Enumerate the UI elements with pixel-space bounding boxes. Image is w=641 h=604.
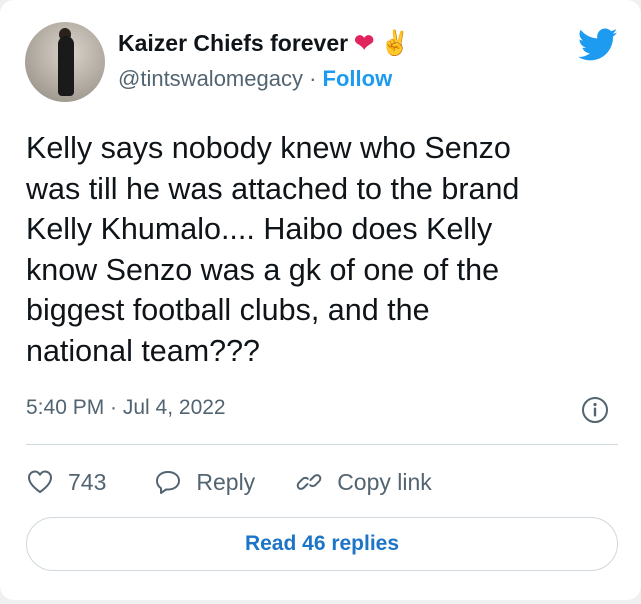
copy-link-button[interactable]: Copy link bbox=[295, 468, 432, 496]
speech-bubble-icon bbox=[156, 471, 181, 494]
twitter-bird-icon[interactable] bbox=[578, 28, 618, 62]
author-name-row[interactable]: Kaizer Chiefs forever ❤ ✌ bbox=[118, 30, 410, 57]
reply-label: Reply bbox=[196, 468, 256, 495]
handle-row: @tintswalomegacy · Follow bbox=[118, 66, 392, 92]
victory-hand-emoji: ✌ bbox=[380, 29, 411, 57]
heart-icon bbox=[28, 470, 52, 493]
copy-link-label: Copy link bbox=[337, 468, 432, 495]
reply-button[interactable]: Reply bbox=[154, 468, 255, 496]
heart-emoji: ❤ bbox=[354, 29, 375, 57]
avatar-figure bbox=[58, 36, 74, 96]
tweet-card: Kaizer Chiefs forever ❤ ✌ @tintswalomega… bbox=[0, 0, 641, 600]
divider bbox=[26, 444, 618, 445]
link-icon bbox=[296, 474, 322, 490]
like-count: 743 bbox=[68, 468, 107, 495]
handle-separator: · bbox=[309, 66, 317, 91]
tweet-text: Kelly says nobody knew who Senzo was til… bbox=[26, 131, 520, 368]
tweet-timestamp[interactable]: 5:40 PM · Jul 4, 2022 bbox=[26, 396, 226, 420]
action-bar: 743 Reply Copy link bbox=[26, 466, 432, 498]
author-name[interactable]: Kaizer Chiefs forever bbox=[118, 30, 348, 57]
info-icon[interactable] bbox=[581, 396, 609, 424]
avatar[interactable] bbox=[25, 22, 105, 102]
like-button[interactable]: 743 bbox=[26, 468, 106, 496]
read-replies-button[interactable]: Read 46 replies bbox=[26, 517, 618, 571]
author-handle[interactable]: @tintswalomegacy bbox=[118, 66, 303, 91]
follow-button[interactable]: Follow bbox=[323, 66, 393, 91]
